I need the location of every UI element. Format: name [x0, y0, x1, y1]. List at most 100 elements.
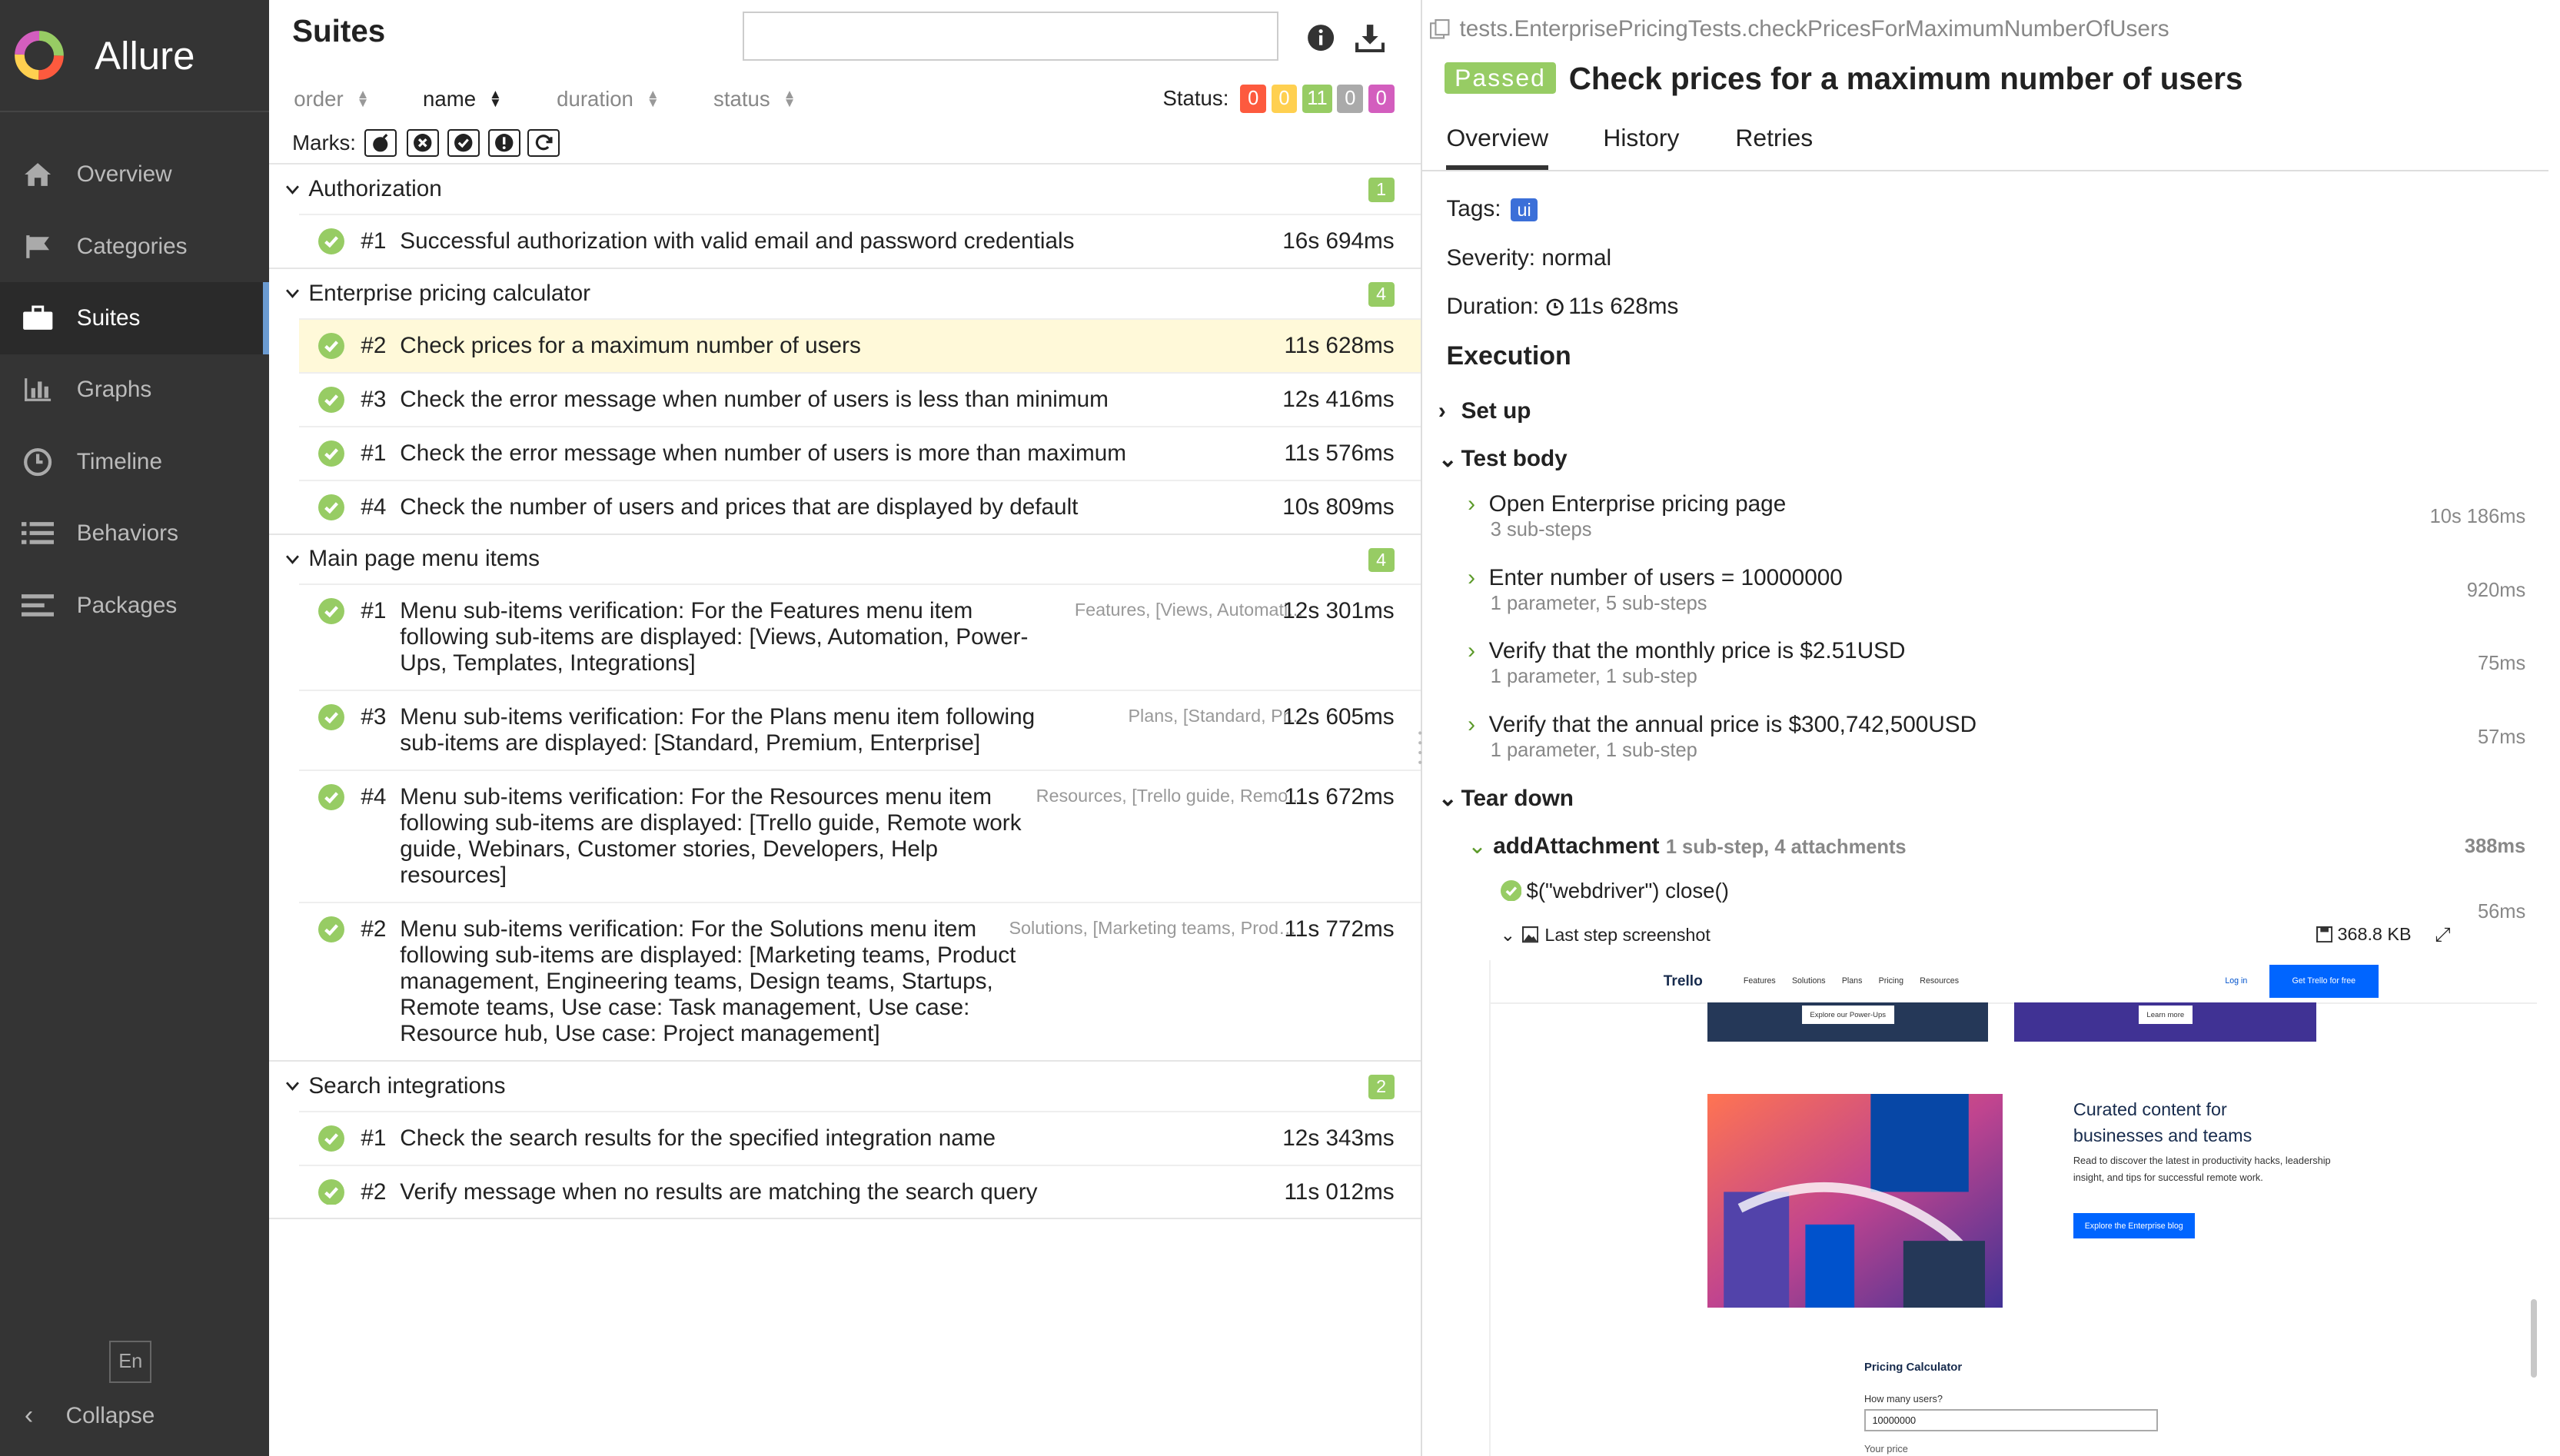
test-row[interactable]: #1 Check the error message when number of…	[298, 425, 1421, 480]
chevron-down-icon: ⌄	[1468, 833, 1487, 859]
passed-check-icon	[318, 228, 345, 254]
test-row[interactable]: #4 Menu sub-items verification: For the R…	[298, 770, 1421, 902]
test-row[interactable]: #1 Menu sub-items verification: For the F…	[298, 583, 1421, 690]
test-params: Solutions, [Marketing teams, Product ...	[1009, 918, 1303, 939]
copy-icon[interactable]	[1430, 19, 1450, 39]
page-title: Suites	[292, 12, 386, 48]
sidebar-item-overview[interactable]: Overview	[0, 138, 269, 210]
step-sub: 1 parameter, 5 sub-steps	[1490, 592, 1707, 614]
sidebar-item-behaviors[interactable]: Behaviors	[0, 498, 269, 570]
sort-name[interactable]: name ▲ ▼	[423, 87, 502, 111]
attachment-header[interactable]: ⌄ Last step screenshot 368.8 KB ⤢	[1501, 924, 2457, 946]
scrollbar[interactable]	[2530, 1299, 2538, 1378]
step-item[interactable]: › Verify that the monthly price is $2.51U…	[1468, 638, 2525, 688]
step-duration: 920ms	[2466, 579, 2526, 601]
tab-retries[interactable]: Retries	[1735, 124, 1813, 165]
test-number: #2	[361, 916, 387, 942]
trello-illustration	[1707, 1093, 2003, 1308]
test-name: Menu sub-items verification: For the Sol…	[400, 916, 1016, 1046]
step-duration: 388ms	[2464, 836, 2526, 858]
new-broken-mark-icon[interactable]	[487, 128, 521, 157]
duration-value: 11s 628ms	[1568, 294, 1679, 320]
suite-group-header[interactable]: Main page menu items 4	[269, 535, 1420, 584]
sort-status[interactable]: status ▲ ▼	[713, 87, 796, 111]
sidebar-item-label: Behaviors	[76, 520, 178, 547]
info-icon[interactable]	[1306, 23, 1335, 52]
new-failed-mark-icon[interactable]	[406, 128, 440, 157]
trello-link: Solutions	[1791, 976, 1826, 986]
status-passed-count[interactable]: 11	[1302, 85, 1333, 113]
test-row[interactable]: #3 Check the error message when number of…	[298, 371, 1421, 426]
setup-stage[interactable]: › Set up	[1438, 398, 1531, 424]
suites-header: Suites	[269, 0, 1420, 78]
marks-bar: Marks:	[269, 121, 1421, 165]
retries-mark-icon[interactable]	[527, 128, 560, 157]
bar-chart-icon	[22, 374, 54, 406]
test-name: Successful authorization with valid emai…	[400, 228, 1075, 254]
tab-overview[interactable]: Overview	[1446, 124, 1549, 171]
substep-item[interactable]: $("webdriver") close() 56ms	[1500, 879, 2525, 922]
passed-check-icon	[318, 1125, 345, 1152]
tab-history[interactable]: History	[1603, 124, 1679, 165]
search-input[interactable]	[743, 11, 1278, 61]
trello-calc-input: 10000000	[1863, 1408, 2159, 1432]
download-icon[interactable]	[1355, 23, 1385, 52]
flaky-mark-icon[interactable]	[364, 128, 397, 157]
test-name: Check prices for a maximum number of use…	[400, 332, 861, 358]
test-row[interactable]: #1 Successful authorization with valid em…	[298, 214, 1421, 268]
step-item[interactable]: › Open Enterprise pricing page 3 sub-step…	[1468, 491, 2525, 541]
step-item[interactable]: › Verify that the annual price is $300,74…	[1468, 712, 2525, 762]
chevron-down-icon	[285, 555, 299, 564]
step-sub: 1 parameter, 1 sub-step	[1490, 666, 1697, 688]
test-row[interactable]: #3 Menu sub-items verification: For the P…	[298, 690, 1421, 770]
severity-row: Severity: normal	[1446, 244, 1612, 271]
sort-duration[interactable]: duration ▲ ▼	[557, 87, 660, 111]
passed-check-icon	[318, 784, 345, 811]
language-button[interactable]: En	[109, 1340, 152, 1383]
test-row[interactable]: #2 Verify message when no results are mat…	[298, 1164, 1421, 1218]
status-unknown-count[interactable]: 0	[1368, 85, 1395, 113]
new-passed-mark-icon[interactable]	[447, 128, 480, 157]
collapse-button[interactable]: ‹ Collapse	[25, 1401, 155, 1431]
test-row[interactable]: #4 Check the number of users and prices t…	[298, 479, 1421, 534]
sidebar-item-categories[interactable]: Categories	[0, 211, 269, 282]
sidebar-item-suites[interactable]: Suites	[0, 282, 270, 354]
test-full-name[interactable]: tests.EnterprisePricingTests.checkPrices…	[1430, 16, 2169, 42]
tear-down-stage[interactable]: ⌄ Tear down	[1438, 785, 1574, 812]
trello-card-button: Explore our Power-Ups	[1801, 1006, 1894, 1024]
test-number: #1	[361, 1125, 387, 1151]
suite-group-name: Search integrations	[308, 1072, 506, 1099]
status-skipped-count[interactable]: 0	[1337, 85, 1364, 113]
sort-label: status	[713, 86, 770, 111]
suite-group-header[interactable]: Enterprise pricing calculator 4	[269, 269, 1420, 318]
test-body-stage[interactable]: ⌄ Test body	[1438, 446, 1568, 473]
test-row[interactable]: #2 Check prices for a maximum number of u…	[298, 317, 1421, 372]
status-broken-count[interactable]: 0	[1271, 85, 1298, 113]
test-duration: 11s 772ms	[1284, 916, 1395, 942]
status-failed-count[interactable]: 0	[1240, 85, 1267, 113]
passed-check-icon	[1500, 879, 1522, 902]
test-params: Features, [Views, Automati...	[1074, 600, 1303, 620]
sidebar-item-graphs[interactable]: Graphs	[0, 354, 269, 426]
suite-group-header[interactable]: Authorization 1	[269, 165, 1420, 214]
brand[interactable]: Allure	[0, 0, 270, 113]
sidebar-item-timeline[interactable]: Timeline	[0, 426, 269, 497]
sort-label: name	[423, 86, 477, 111]
test-row[interactable]: #2 Menu sub-items verification: For the S…	[298, 901, 1421, 1060]
test-duration: 11s 628ms	[1284, 332, 1395, 358]
sort-bar: order ▲ ▼ name ▲ ▼ duration ▲ ▼ status ▲ ▼ Statu…	[269, 78, 1420, 121]
sort-order[interactable]: order ▲ ▼	[294, 87, 369, 111]
test-row[interactable]: #1 Check the search results for the speci…	[298, 1110, 1421, 1165]
stage-label: Test body	[1461, 446, 1568, 472]
expand-icon[interactable]: ⤢	[2435, 924, 2450, 947]
detail-tabs: Overview History Retries	[1421, 115, 2548, 171]
passed-check-icon	[318, 332, 345, 359]
test-name: Check the number of users and prices tha…	[400, 494, 1079, 520]
trello-link: Pricing	[1878, 976, 1904, 986]
sidebar-item-label: Overview	[76, 161, 172, 188]
suite-group-header[interactable]: Search integrations 2	[269, 1062, 1420, 1111]
sidebar-item-packages[interactable]: Packages	[0, 570, 269, 641]
test-number: #3	[361, 704, 387, 730]
step-item[interactable]: › Enter number of users = 10000000 1 para…	[1468, 565, 2525, 615]
add-attachment-step[interactable]: ⌄ addAttachment 1 sub-step, 4 attachment…	[1468, 833, 2525, 859]
